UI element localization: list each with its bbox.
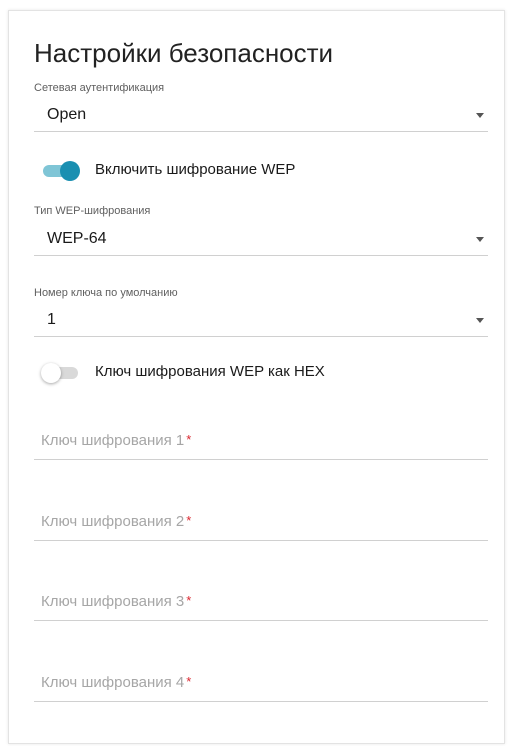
default-key-label: Номер ключа по умолчанию — [34, 287, 178, 299]
key-3-placeholder: Ключ шифрования 3 * — [41, 593, 192, 610]
hex-key-switch[interactable] — [41, 363, 80, 383]
hex-key-label: Ключ шифрования WEP как HEX — [95, 363, 325, 380]
auth-select[interactable]: Open — [34, 102, 488, 132]
key-3-input[interactable]: Ключ шифрования 3 * — [34, 589, 488, 621]
required-mark: * — [186, 513, 192, 528]
page-title: Настройки безопасности — [34, 38, 334, 68]
key-1-placeholder: Ключ шифрования 1 * — [41, 432, 192, 449]
wep-type-select[interactable]: WEP-64 — [34, 226, 488, 256]
required-mark: * — [186, 593, 192, 608]
wep-type-label: Тип WEP-шифрования — [34, 205, 151, 217]
caret-down-icon — [476, 237, 484, 242]
switch-knob — [41, 363, 61, 383]
caret-down-icon — [476, 113, 484, 118]
auth-label: Сетевая аутентификация — [34, 82, 165, 94]
caret-down-icon — [476, 318, 484, 323]
switch-knob — [60, 161, 80, 181]
required-mark: * — [186, 674, 192, 689]
auth-value: Open — [47, 106, 87, 123]
key-2-placeholder: Ключ шифрования 2 * — [41, 513, 192, 530]
key-2-input[interactable]: Ключ шифрования 2 * — [34, 509, 488, 541]
wep-type-value: WEP-64 — [47, 230, 107, 247]
required-mark: * — [186, 432, 192, 447]
enable-wep-label: Включить шифрование WEP — [95, 161, 296, 178]
enable-wep-switch[interactable] — [43, 161, 80, 181]
default-key-select[interactable]: 1 — [34, 307, 488, 337]
default-key-value: 1 — [47, 311, 56, 328]
key-1-input[interactable]: Ключ шифрования 1 * — [34, 428, 488, 460]
key-4-input[interactable]: Ключ шифрования 4 * — [34, 670, 488, 702]
key-4-placeholder: Ключ шифрования 4 * — [41, 674, 192, 691]
